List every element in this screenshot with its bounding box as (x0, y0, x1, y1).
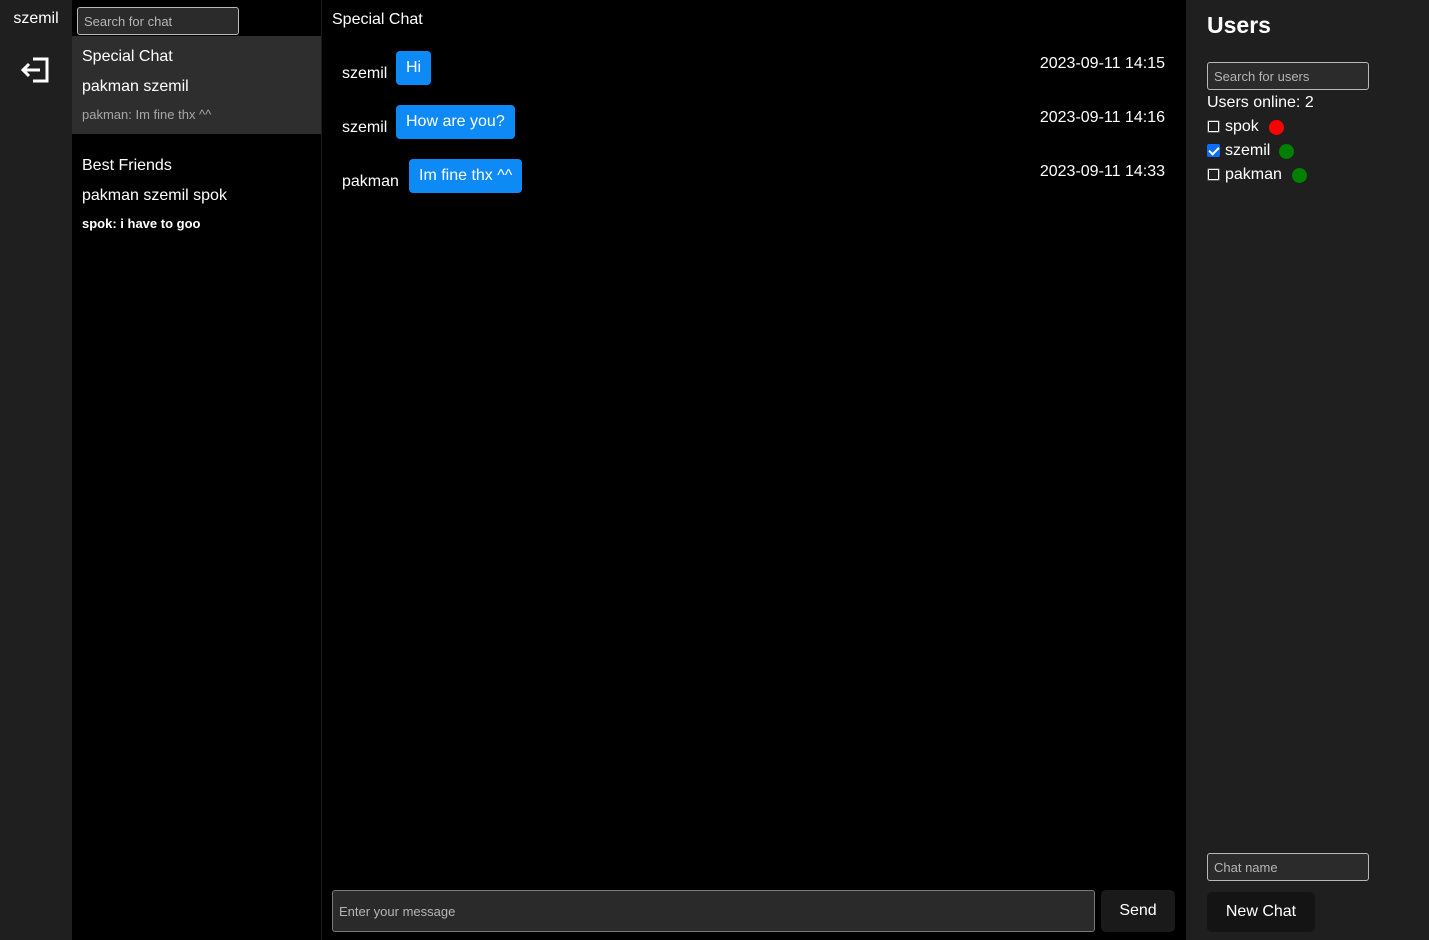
message-time: 2023-09-11 14:15 (1039, 55, 1165, 72)
chat-item-special-chat[interactable]: Special Chat pakman szemil pakman: Im fi… (72, 36, 321, 134)
message-input[interactable] (332, 890, 1095, 932)
chat-item-best-friends[interactable]: Best Friends pakman szemil spok spok: i … (72, 145, 321, 243)
status-dot-icon (1269, 120, 1284, 135)
user-checkbox[interactable] (1207, 144, 1220, 157)
chat-members: pakman szemil (82, 78, 189, 95)
users-panel: Users Users online: 2 spok szemil pakman… (1186, 0, 1429, 940)
chat-last-message: pakman: Im fine thx ^^ (82, 107, 212, 122)
user-checkbox[interactable] (1207, 120, 1220, 133)
users-heading: Users (1207, 12, 1271, 38)
chat-name-input[interactable] (1207, 853, 1369, 881)
chat-name: Special Chat (82, 48, 173, 65)
message-sender: pakman (342, 173, 399, 190)
message-bubble: Hi (396, 51, 432, 85)
current-username: szemil (13, 10, 59, 27)
new-chat-button[interactable]: New Chat (1207, 892, 1315, 932)
send-button[interactable]: Send (1101, 890, 1175, 932)
message-bubble: Im fine thx ^^ (409, 159, 523, 193)
message-row: szemil Hi 2023-09-11 14:15 (322, 51, 1185, 87)
message-time: 2023-09-11 14:16 (1039, 109, 1165, 126)
message-bubble: How are you? (396, 105, 515, 139)
user-name: spok (1225, 118, 1259, 135)
chat-title: Special Chat (332, 11, 423, 28)
chat-members: pakman szemil spok (82, 187, 227, 204)
chat-list: Special Chat pakman szemil pakman: Im fi… (72, 0, 322, 940)
chat-name: Best Friends (82, 157, 172, 174)
message-sender: szemil (342, 119, 388, 136)
users-online-count: Users online: 2 (1207, 94, 1314, 111)
user-search-input[interactable] (1207, 62, 1369, 90)
status-dot-icon (1279, 144, 1294, 159)
message-row: pakman Im fine thx ^^ 2023-09-11 14:33 (322, 159, 1185, 195)
message-row: szemil How are you? 2023-09-11 14:16 (322, 105, 1185, 141)
chat-search-input[interactable] (77, 7, 239, 35)
chat-last-message: spok: i have to goo (82, 216, 201, 231)
user-name: pakman (1225, 166, 1282, 183)
user-name: szemil (1225, 142, 1271, 159)
status-dot-icon (1292, 168, 1307, 183)
chat-window: Special Chat szemil Hi 2023-09-11 14:15 … (322, 0, 1185, 940)
user-checkbox[interactable] (1207, 168, 1220, 181)
left-rail: szemil (0, 0, 72, 940)
message-sender: szemil (342, 65, 388, 82)
logout-icon[interactable] (20, 54, 52, 86)
message-time: 2023-09-11 14:33 (1039, 163, 1165, 180)
